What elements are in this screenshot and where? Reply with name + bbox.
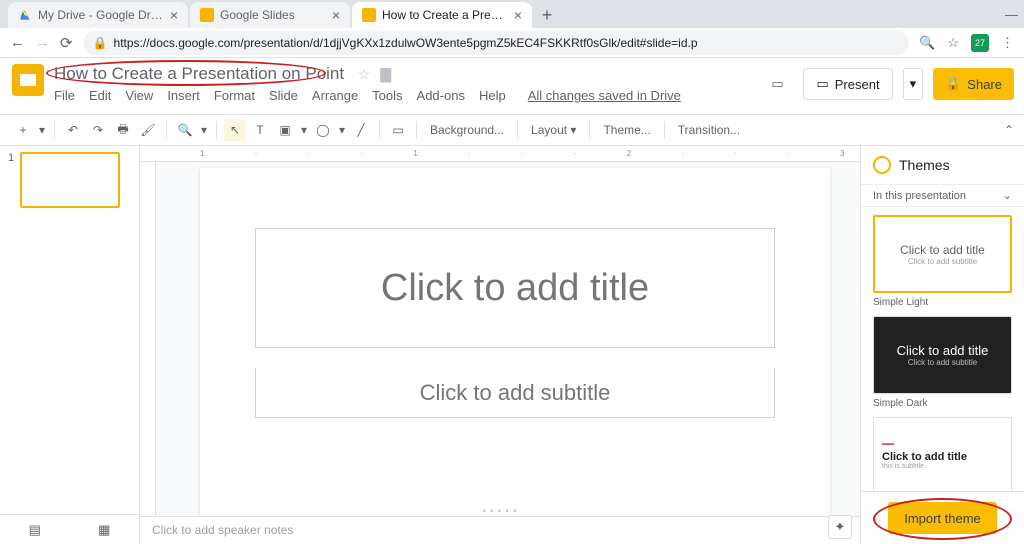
themes-subtitle: In this presentation xyxy=(873,190,966,202)
import-theme-button[interactable]: Import theme xyxy=(888,502,997,534)
themes-icon xyxy=(873,156,891,174)
menu-addons[interactable]: Add-ons xyxy=(417,88,465,103)
line-tool[interactable]: ╱ xyxy=(350,119,372,141)
browser-tab-active[interactable]: How to Create a Presentation on × xyxy=(352,2,532,28)
paint-format-button[interactable]: 🖌 xyxy=(137,119,159,141)
menu-format[interactable]: Format xyxy=(214,88,255,103)
menu-edit[interactable]: Edit xyxy=(89,88,111,103)
autosave-status: All changes saved in Drive xyxy=(528,88,681,103)
slides-logo[interactable] xyxy=(12,64,44,96)
theme-button[interactable]: Theme... xyxy=(597,123,656,137)
themes-title: Themes xyxy=(899,157,950,173)
collapse-toolbar-icon[interactable]: ⌃ xyxy=(1004,123,1014,137)
undo-button[interactable]: ↶ xyxy=(62,119,84,141)
background-button[interactable]: Background... xyxy=(424,123,510,137)
menu-file[interactable]: File xyxy=(54,88,75,103)
present-label: Present xyxy=(835,77,880,92)
browser-tab-slides[interactable]: Google Slides × xyxy=(190,2,350,28)
star-icon[interactable]: ☆ xyxy=(358,66,371,83)
folder-icon[interactable]: ▇ xyxy=(380,66,391,83)
present-dropdown[interactable]: ▾ xyxy=(903,68,924,100)
layout-button[interactable]: Layout ▾ xyxy=(525,123,582,137)
print-button[interactable]: 🖶 xyxy=(112,119,134,141)
ruler-vertical xyxy=(140,162,156,544)
reload-button[interactable]: ⟳ xyxy=(60,34,73,52)
theme-preview-subtitle: this is subtitle xyxy=(882,463,924,470)
theme-preview-subtitle: Click to add subtitle xyxy=(908,358,977,367)
transition-button[interactable]: Transition... xyxy=(672,123,746,137)
forward-button[interactable]: → xyxy=(35,34,50,51)
theme-card-simple-light[interactable]: Click to add title Click to add subtitle xyxy=(873,215,1012,293)
zoom-button[interactable]: 🔍 xyxy=(174,119,196,141)
menu-slide[interactable]: Slide xyxy=(269,88,298,103)
themes-list[interactable]: Click to add title Click to add subtitle… xyxy=(861,207,1024,491)
theme-preview-title: Click to add title xyxy=(900,243,985,257)
close-icon[interactable]: × xyxy=(332,7,340,23)
theme-preview-subtitle: Click to add subtitle xyxy=(908,257,977,266)
new-tab-button[interactable]: + xyxy=(534,2,560,28)
textbox-tool[interactable]: T xyxy=(249,119,271,141)
theme-preview-title: Click to add title xyxy=(897,343,989,358)
close-icon[interactable]: × xyxy=(514,7,522,23)
drive-icon xyxy=(18,8,32,22)
tab-label: How to Create a Presentation on xyxy=(382,8,508,22)
menu-overflow-icon[interactable]: ⋮ xyxy=(1001,35,1014,51)
star-icon[interactable]: ☆ xyxy=(947,35,959,51)
url-text: https://docs.google.com/presentation/d/1… xyxy=(114,36,698,50)
lock-icon: 🔒 xyxy=(945,76,961,92)
back-button[interactable]: ← xyxy=(10,34,25,51)
comments-icon[interactable]: ▭ xyxy=(761,68,793,100)
grid-view-icon[interactable]: ▦ xyxy=(98,522,110,538)
share-button[interactable]: 🔒 Share xyxy=(933,68,1014,100)
menu-help[interactable]: Help xyxy=(479,88,506,103)
select-tool[interactable]: ↖ xyxy=(224,119,246,141)
menu-insert[interactable]: Insert xyxy=(167,88,200,103)
notes-resize-handle[interactable]: • • • • • xyxy=(483,506,518,516)
browser-tab-drive[interactable]: My Drive - Google Drive × xyxy=(8,2,188,28)
filmstrip-view-icon[interactable]: ▤ xyxy=(29,522,41,538)
menu-arrange[interactable]: Arrange xyxy=(312,88,358,103)
theme-name: Simple Light xyxy=(873,297,1012,308)
theme-preview-title: Click to add title xyxy=(882,451,967,463)
address-bar[interactable]: 🔒 https://docs.google.com/presentation/d… xyxy=(83,31,910,55)
document-title[interactable]: How to Create a Presentation on Point xyxy=(54,64,344,84)
new-slide-dropdown[interactable]: ▾ xyxy=(37,119,47,141)
close-icon[interactable]: × xyxy=(170,7,178,23)
slides-icon xyxy=(200,8,214,22)
theme-card-simple-dark[interactable]: Click to add title Click to add subtitle xyxy=(873,316,1012,394)
ruler-horizontal: 1 · · · 1 · · · 2 · · · 3 · · · 4 · · · … xyxy=(140,146,860,162)
theme-accent xyxy=(882,443,894,445)
shape-tool[interactable]: ◯ xyxy=(312,119,334,141)
zoom-icon[interactable]: 🔍 xyxy=(919,35,935,51)
subtitle-placeholder[interactable]: Click to add subtitle xyxy=(255,368,775,418)
lock-icon: 🔒 xyxy=(93,36,108,50)
slide-thumbnail[interactable] xyxy=(20,152,120,208)
theme-card-streamline[interactable]: Click to add title this is subtitle xyxy=(873,417,1012,491)
slides-icon xyxy=(362,8,376,22)
menu-view[interactable]: View xyxy=(125,88,153,103)
share-label: Share xyxy=(967,77,1002,92)
minimize-icon[interactable]: — xyxy=(1005,7,1018,22)
menu-tools[interactable]: Tools xyxy=(372,88,402,103)
present-button[interactable]: ▭ Present xyxy=(803,68,892,100)
present-icon: ▭ xyxy=(816,76,828,92)
extension-badge[interactable]: 27 xyxy=(971,34,989,52)
redo-button[interactable]: ↷ xyxy=(87,119,109,141)
slide-number: 1 xyxy=(8,152,14,208)
tab-label: My Drive - Google Drive xyxy=(38,8,164,22)
new-slide-button[interactable]: + xyxy=(12,119,34,141)
image-tool[interactable]: ▣ xyxy=(274,119,296,141)
theme-name: Simple Dark xyxy=(873,398,1012,409)
speaker-notes[interactable]: Click to add speaker notes xyxy=(140,516,860,544)
shape-dropdown[interactable]: ▾ xyxy=(337,119,347,141)
explore-button[interactable]: ✦ xyxy=(828,515,852,539)
image-dropdown[interactable]: ▾ xyxy=(299,119,309,141)
zoom-dropdown[interactable]: ▾ xyxy=(199,119,209,141)
chevron-down-icon[interactable]: ⌄ xyxy=(1003,189,1012,202)
tab-label: Google Slides xyxy=(220,8,326,22)
slide-canvas[interactable]: Click to add title Click to add subtitle xyxy=(200,168,830,522)
comment-button[interactable]: ▭ xyxy=(387,119,409,141)
title-placeholder[interactable]: Click to add title xyxy=(255,228,775,348)
